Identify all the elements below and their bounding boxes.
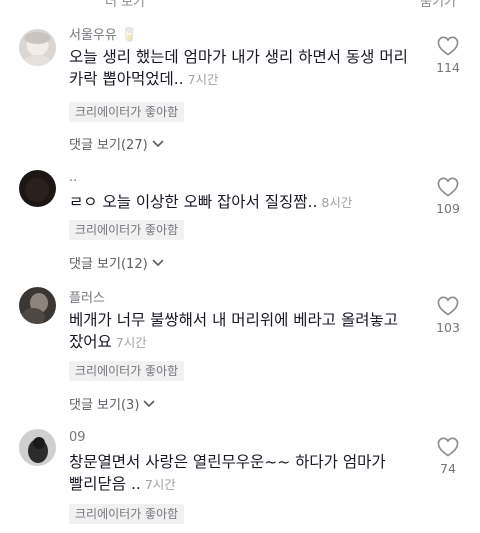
top-bar: 더 보기 숨기기 — [0, 0, 480, 10]
like-button[interactable]: 74 — [433, 437, 463, 476]
comment-text: 창문열면서 사랑은 열린무우운~~ 하다가 엄마가 빨리닫음 .. 7시간 — [69, 451, 429, 496]
comment-body: 오늘 생리 했는데 엄마가 내가 생리 하면서 동생 머리 카락 뽑아먹었데.. — [69, 48, 408, 88]
avatar[interactable] — [19, 170, 56, 207]
comment-text: 베개가 너무 불쌍해서 내 머리위에 베라고 올려놓고 잤어요 7시간 — [69, 309, 429, 354]
view-replies-label: 댓글 보기(3) — [69, 398, 140, 413]
comment-time: 8시간 — [321, 195, 353, 210]
comment-username[interactable]: 플러스 — [69, 287, 105, 306]
heart-outline-icon — [437, 36, 459, 56]
chevron-down-icon — [144, 400, 155, 407]
like-count: 109 — [436, 201, 460, 216]
like-button[interactable]: 109 — [433, 177, 463, 216]
like-button[interactable]: 103 — [433, 296, 463, 335]
comment-body: 창문열면서 사랑은 열린무우운~~ 하다가 엄마가 빨리닫음 .. — [69, 453, 386, 493]
comment-body: ㄹㅇ 오늘 이상한 오빠 잡아서 질징짬.. — [69, 193, 318, 211]
view-replies-label: 댓글 보기(27) — [69, 138, 148, 153]
comment-text: 오늘 생리 했는데 엄마가 내가 생리 하면서 동생 머리 카락 뽑아먹었데..… — [69, 46, 429, 91]
view-replies-button[interactable]: 댓글 보기(3) — [69, 394, 156, 413]
comment-username[interactable]: 서울우유 🥛 — [69, 24, 137, 43]
creator-liked-badge: 크리에이터가 좋아함 — [69, 361, 185, 381]
avatar[interactable] — [19, 287, 56, 324]
comment-time: 7시간 — [115, 335, 147, 350]
comment-time: 7시간 — [187, 72, 219, 87]
creator-liked-badge: 크리에이터가 좋아함 — [69, 504, 185, 524]
more-link[interactable]: 더 보기 — [105, 0, 145, 10]
chevron-down-icon — [152, 259, 163, 266]
heart-outline-icon — [437, 177, 459, 197]
heart-outline-icon — [437, 437, 459, 457]
like-count: 103 — [436, 320, 460, 335]
avatar[interactable] — [19, 29, 56, 66]
hide-link[interactable]: 숨기기 — [420, 0, 456, 10]
like-count: 74 — [440, 461, 456, 476]
like-button[interactable]: 114 — [433, 36, 463, 75]
comment-text: ㄹㅇ 오늘 이상한 오빠 잡아서 질징짬.. 8시간 — [69, 191, 429, 214]
like-count: 114 — [436, 60, 460, 75]
comment-username[interactable]: 09 — [69, 430, 86, 445]
avatar[interactable] — [19, 429, 56, 466]
view-replies-label: 댓글 보기(12) — [69, 257, 148, 272]
comment-time: 7시간 — [144, 477, 176, 492]
view-replies-button[interactable]: 댓글 보기(12) — [69, 253, 165, 272]
view-replies-button[interactable]: 댓글 보기(27) — [69, 134, 165, 153]
chevron-down-icon — [152, 140, 163, 147]
creator-liked-badge: 크리에이터가 좋아함 — [69, 102, 185, 122]
heart-outline-icon — [437, 296, 459, 316]
comment-username[interactable]: .. — [69, 170, 77, 185]
creator-liked-badge: 크리에이터가 좋아함 — [69, 220, 185, 240]
